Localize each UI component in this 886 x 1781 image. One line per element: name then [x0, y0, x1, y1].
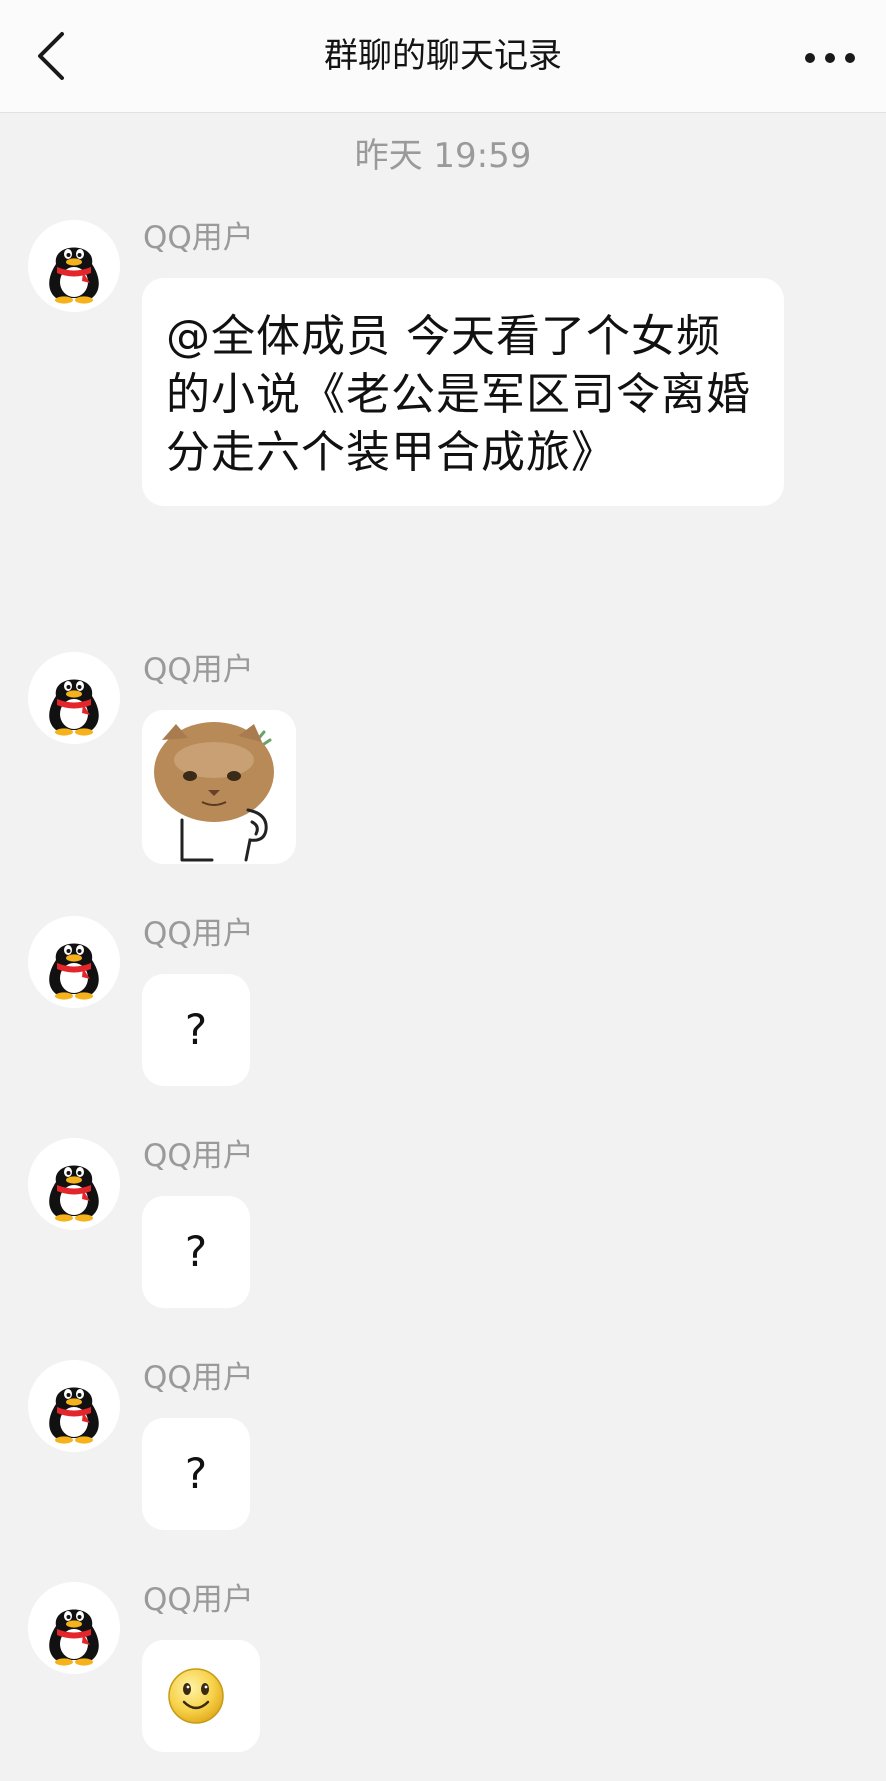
qq-penguin-icon[interactable]: [28, 1360, 120, 1452]
cat-face-thinking-sticker: [142, 710, 296, 864]
qq-penguin-icon[interactable]: [28, 1582, 120, 1674]
sender-name: QQ用户: [143, 916, 254, 952]
more-dots-icon: [802, 53, 858, 80]
sender-name: QQ用户: [143, 1360, 254, 1396]
more-button[interactable]: [802, 36, 858, 76]
message-bubble[interactable]: ?: [142, 974, 250, 1086]
qq-penguin-icon[interactable]: [28, 916, 120, 1008]
sender-name: QQ用户: [143, 1138, 254, 1174]
title-bar: 群聊的聊天记录: [0, 0, 886, 113]
sender-name: QQ用户: [143, 1582, 254, 1618]
sender-name: QQ用户: [143, 220, 254, 256]
message-timestamp: 昨天 19:59: [354, 136, 532, 176]
qq-penguin-icon[interactable]: [28, 652, 120, 744]
qq-penguin-icon[interactable]: [28, 1138, 120, 1230]
message-bubble[interactable]: ?: [142, 1196, 250, 1308]
page-title: 群聊的聊天记录: [324, 36, 562, 76]
message-bubble[interactable]: ?: [142, 1418, 250, 1530]
sticker-bubble[interactable]: [142, 710, 296, 864]
emoji-bubble[interactable]: [142, 1640, 260, 1752]
qq-penguin-icon[interactable]: [28, 220, 120, 312]
smiley-face-icon: [142, 1668, 260, 1756]
sender-name: QQ用户: [143, 652, 254, 688]
message-bubble[interactable]: @全体成员 今天看了个女频的小说《老公是军区司令离婚分走六个装甲合成旅》: [142, 278, 784, 506]
